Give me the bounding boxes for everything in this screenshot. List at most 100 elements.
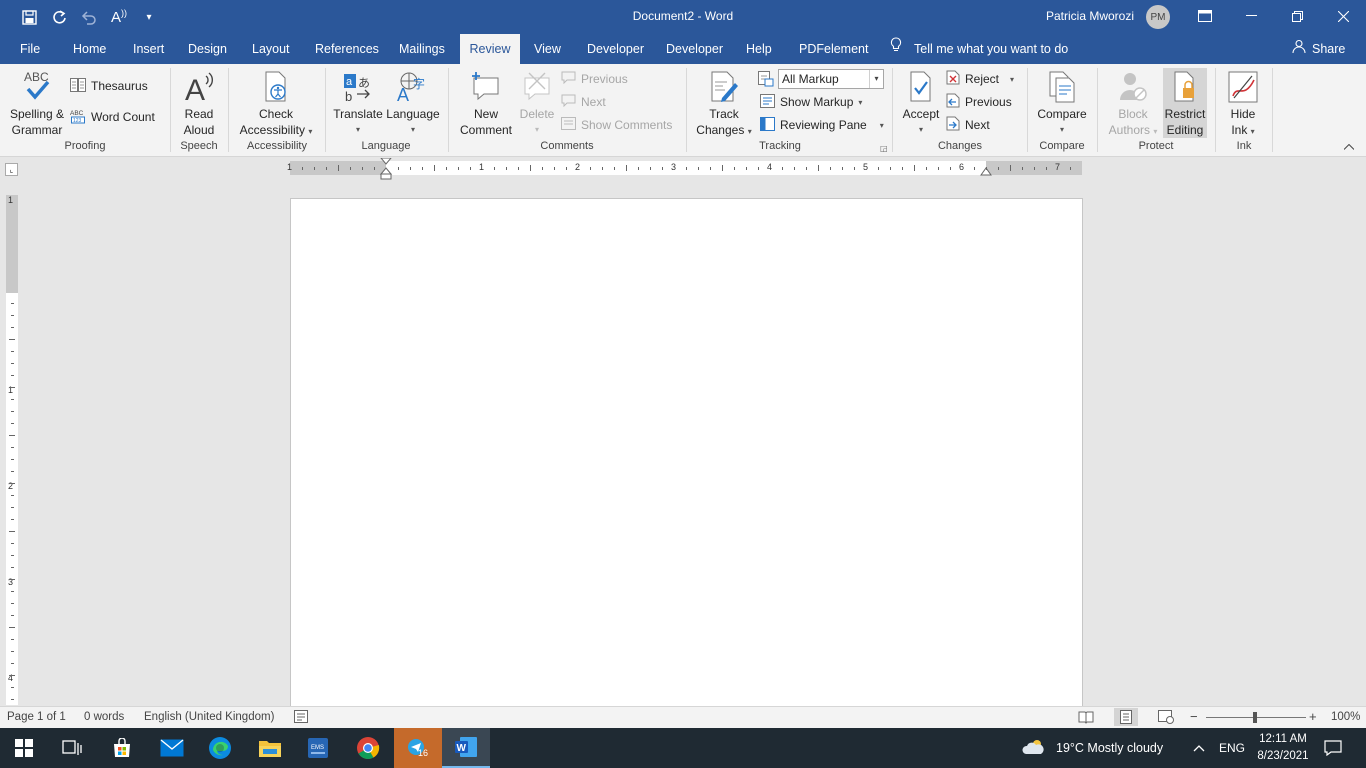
vertical-ruler[interactable]: 1 1 2 3 4 — [6, 195, 18, 705]
tracking-options-launcher-icon[interactable]: ◲ — [880, 144, 888, 153]
previous-change-icon — [946, 93, 960, 111]
edge-browser-icon[interactable] — [196, 728, 244, 768]
chrome-browser-icon[interactable] — [344, 728, 392, 768]
document-page[interactable] — [290, 198, 1083, 708]
restrict-editing-button[interactable]: Restrict Editing — [1163, 68, 1207, 138]
ruler-tick — [902, 167, 903, 170]
start-button[interactable] — [0, 728, 48, 768]
print-layout-icon[interactable] — [1114, 708, 1138, 726]
ribbon-display-options-icon[interactable] — [1182, 0, 1228, 32]
tab-developer[interactable]: Developer — [579, 34, 652, 64]
ruler-tick — [11, 591, 14, 592]
delete-comment-button[interactable]: Delete ▾ — [517, 68, 557, 138]
word-app-icon[interactable]: W — [442, 728, 490, 768]
read-mode-icon[interactable] — [1078, 710, 1094, 727]
indent-marker-icon[interactable] — [380, 158, 392, 180]
chevron-down-icon: ▾ — [747, 127, 752, 136]
ruler-tick — [9, 531, 15, 532]
tell-me-search[interactable]: Tell me what you want to do — [890, 34, 1068, 64]
compare-icon — [1033, 68, 1091, 106]
minimize-button[interactable] — [1228, 0, 1274, 32]
ruler-tick — [374, 167, 375, 170]
tab-developer-2[interactable]: Developer — [658, 34, 731, 64]
display-for-review-select[interactable]: All Markup ▾ — [778, 69, 884, 89]
notifications-icon[interactable] — [1324, 728, 1342, 768]
svg-text:ABC: ABC — [70, 110, 84, 117]
tab-references[interactable]: References — [307, 34, 387, 64]
language-button[interactable]: A字 Language ▾ — [385, 68, 441, 138]
weather-widget[interactable]: 19°C Mostly cloudy — [1022, 728, 1163, 768]
restore-button[interactable] — [1274, 0, 1320, 32]
tab-file[interactable]: File — [12, 34, 48, 64]
accept-button[interactable]: Accept ▾ — [898, 68, 944, 138]
tab-selector-icon[interactable]: ⌞ — [5, 163, 18, 176]
ruler-tick — [11, 603, 14, 604]
ruler-tick — [530, 165, 531, 171]
word-count[interactable]: 0 words — [84, 711, 124, 723]
system-clock[interactable]: 12:11 AM 8/23/2021 — [1252, 731, 1314, 765]
block-authors-button[interactable]: Block Authors ▾ — [1104, 68, 1162, 140]
svg-text:字: 字 — [413, 76, 425, 91]
ruler-tick — [338, 165, 339, 171]
tab-layout[interactable]: Layout — [244, 34, 298, 64]
macro-recording-icon[interactable] — [294, 710, 308, 726]
next-comment-button[interactable]: Next — [561, 92, 606, 112]
tab-help[interactable]: Help — [738, 34, 780, 64]
compare-button[interactable]: Compare ▾ — [1033, 68, 1091, 138]
zoom-level[interactable]: 100% — [1331, 711, 1360, 723]
avatar[interactable]: PM — [1146, 5, 1170, 29]
previous-change-button[interactable]: Previous — [946, 92, 1012, 112]
reject-button[interactable]: Reject ▾ — [946, 69, 1014, 89]
mail-icon[interactable] — [148, 728, 196, 768]
tab-home[interactable]: Home — [65, 34, 114, 64]
show-hidden-icons-chevron-icon[interactable] — [1193, 728, 1205, 768]
reviewing-pane-button[interactable]: Reviewing Pane ▾ — [760, 115, 884, 135]
ruler-tick — [11, 687, 14, 688]
share-button[interactable]: Share — [1292, 34, 1345, 64]
tab-design[interactable]: Design — [180, 34, 235, 64]
user-name[interactable]: Patricia Mworozi — [1046, 9, 1134, 23]
show-markup-button[interactable]: Show Markup ▾ — [760, 92, 862, 112]
language-indicator[interactable]: English (United Kingdom) — [144, 711, 274, 723]
show-comments-button[interactable]: Show Comments — [561, 115, 672, 135]
reviewing-pane-icon — [760, 116, 775, 134]
store-icon[interactable] — [98, 728, 146, 768]
zoom-slider-thumb[interactable] — [1253, 712, 1257, 723]
ruler-tick — [1070, 167, 1071, 170]
previous-comment-button[interactable]: Previous — [561, 69, 628, 89]
word-count-button[interactable]: ABC 123 Word Count — [70, 107, 155, 127]
zoom-out-button[interactable]: − — [1190, 709, 1198, 724]
tab-insert[interactable]: Insert — [125, 34, 172, 64]
file-explorer-icon[interactable] — [246, 728, 294, 768]
ruler-tick — [314, 167, 315, 170]
ruler-tick — [11, 567, 14, 568]
ruler-tick — [9, 579, 15, 580]
horizontal-ruler[interactable]: 1 1 2 3 4 5 6 7 — [287, 158, 1082, 180]
check-accessibility-button[interactable]: Check Accessibility ▾ — [234, 68, 318, 140]
tab-mailings[interactable]: Mailings — [391, 34, 453, 64]
tab-pdfelement[interactable]: PDFelement — [791, 34, 876, 64]
ruler-number: 4 — [767, 162, 773, 172]
tab-review[interactable]: Review — [460, 34, 520, 64]
collapse-ribbon-icon[interactable] — [1343, 142, 1355, 153]
share-label: Share — [1312, 42, 1346, 56]
app-ems-icon[interactable]: EMS — [294, 728, 342, 768]
tab-view[interactable]: View — [526, 34, 569, 64]
next-change-button[interactable]: Next — [946, 115, 990, 135]
thesaurus-button[interactable]: Thesaurus — [70, 76, 148, 96]
input-language-indicator[interactable]: ENG — [1219, 728, 1245, 768]
read-aloud-button[interactable]: A Read Aloud — [176, 68, 222, 138]
spelling-grammar-button[interactable]: ABC Spelling & Grammar — [6, 68, 68, 138]
track-changes-icon — [692, 68, 756, 106]
new-comment-button[interactable]: New Comment — [455, 68, 517, 138]
app-badge-icon[interactable]: 16 — [394, 728, 442, 768]
ruler-number: 6 — [959, 162, 965, 172]
translate-button[interactable]: aあb Translate ▾ — [331, 68, 385, 138]
web-layout-icon[interactable] — [1158, 710, 1174, 727]
zoom-in-button[interactable]: + — [1309, 709, 1317, 724]
close-button[interactable] — [1320, 0, 1366, 32]
track-changes-button[interactable]: Track Changes ▾ — [692, 68, 756, 140]
task-view-icon[interactable] — [48, 728, 96, 768]
page-count[interactable]: Page 1 of 1 — [7, 711, 66, 723]
hide-ink-button[interactable]: Hide Ink ▾ — [1221, 68, 1265, 140]
